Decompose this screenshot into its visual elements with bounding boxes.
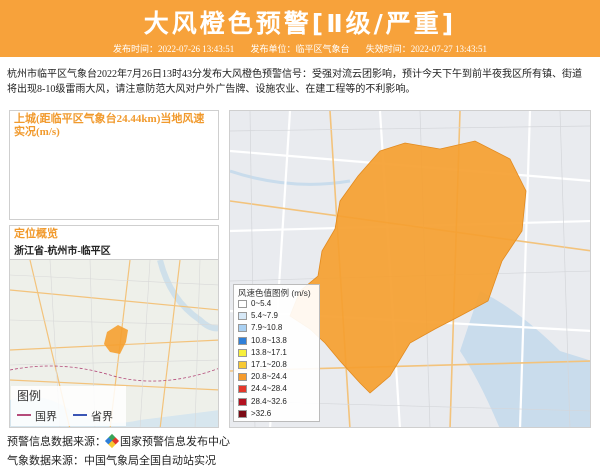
legend-swatch	[238, 312, 247, 321]
provincial-border-legend: 省界	[73, 408, 128, 423]
legend-label: 10.8~13.8	[251, 335, 287, 345]
legend-label: 17.1~20.8	[251, 360, 287, 369]
legend-row: 0~5.4	[238, 299, 320, 309]
legend-label: 0~5.4	[251, 299, 272, 308]
legend-label: >32.6	[251, 408, 272, 418]
national-border-line-icon	[17, 414, 31, 416]
legend-label: 7.9~10.8	[251, 323, 283, 333]
warning-source: 预警信息数据来源： 国家预警信息发布中心	[7, 433, 230, 449]
warning-description: 杭州市临平区气象台2022年7月26日13时43分发布大风橙色预警信号：受强对流…	[7, 69, 582, 95]
legend-swatch	[238, 336, 247, 345]
provincial-border-line-icon	[73, 414, 87, 416]
legend-row: 24.4~28.4	[238, 384, 320, 394]
legend-row: 7.9~10.8	[238, 323, 320, 333]
legend-label: 13.8~17.1	[251, 347, 287, 357]
expire-time: 失效时间：2022-07-27 13:43:51	[365, 44, 488, 54]
legend-label: 24.4~28.4	[251, 384, 287, 394]
location-legend-title: 图例	[17, 389, 42, 403]
legend-swatch	[238, 361, 247, 369]
legend-swatch	[238, 324, 247, 333]
wind-speed-title: 上城(距临平区气象台24.44km)当地风速 实况(m/s)	[14, 113, 205, 138]
legend-swatch	[238, 373, 247, 382]
issuer: 发布单位：临平区气象台	[250, 44, 350, 54]
legend-label: 28.4~32.6	[251, 396, 287, 406]
legend-swatch	[238, 409, 247, 418]
national-border-legend: 国界	[17, 408, 72, 423]
warning-header: 大风橙色预警[Ⅱ级/严重] 发布时间：2022-07-26 13:43:51 发…	[0, 0, 600, 57]
legend-swatch	[238, 385, 247, 394]
legend-row: 13.8~17.1	[238, 348, 320, 358]
legend-row: 17.1~20.8	[238, 360, 320, 370]
legend-label: 20.8~24.4	[251, 372, 287, 382]
weather-source: 气象数据来源：中国气象局全国自动站实况	[7, 455, 216, 467]
wind-speed-legend: 风速色值图例 (m/s) 0~5.4 5.4~7.9 7.9~10.8 10.8~13…	[233, 284, 320, 422]
location-region: 浙江省-杭州市-临平区	[14, 246, 111, 257]
legend-row: 5.4~7.9	[238, 311, 320, 321]
warning-title: 大风橙色预警[Ⅱ级/严重]	[143, 9, 457, 38]
nmc-logo-icon	[104, 433, 120, 449]
warning-meta: 发布时间：2022-07-26 13:43:51 发布单位：临平区气象台 失效时…	[0, 42, 600, 55]
legend-row: >32.6	[238, 409, 320, 419]
wind-speed-panel: 上城(距临平区气象台24.44km)当地风速 实况(m/s)	[9, 110, 219, 220]
legend-swatch	[238, 300, 247, 308]
issue-time: 发布时间：2022-07-26 13:43:51	[112, 44, 235, 54]
location-map-legend: 图例 国界 省界	[11, 386, 126, 426]
legend-label: 5.4~7.9	[251, 311, 278, 321]
legend-row: 20.8~24.4	[238, 372, 320, 382]
location-title: 定位概览	[14, 228, 58, 240]
legend-row: 28.4~32.6	[238, 397, 320, 407]
wind-speed-legend-title: 风速色值图例 (m/s)	[238, 288, 311, 298]
legend-row: 10.8~13.8	[238, 336, 320, 346]
legend-swatch	[238, 397, 247, 406]
legend-swatch	[238, 348, 247, 357]
